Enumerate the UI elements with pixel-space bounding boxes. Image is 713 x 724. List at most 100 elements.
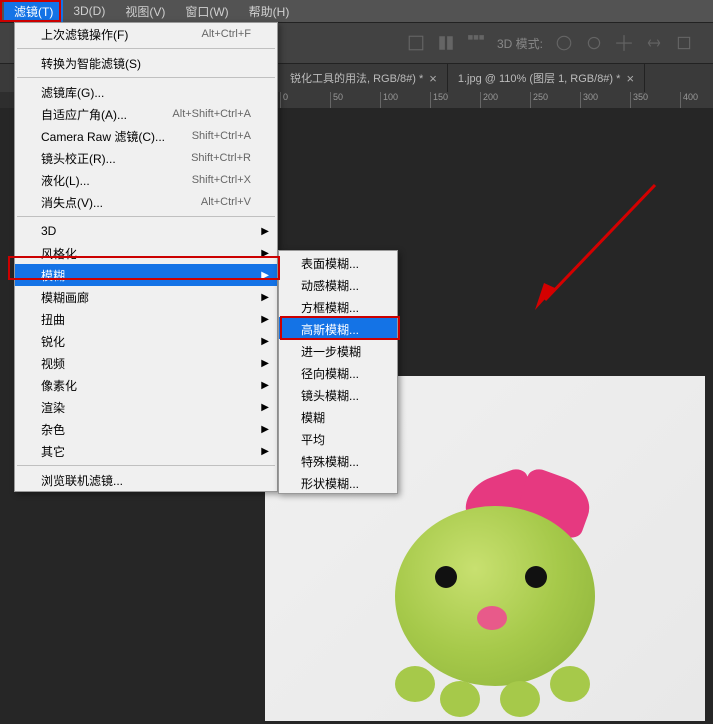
menu-blur-submenu[interactable]: 模糊▶ [15, 264, 277, 286]
ruler-mark: 150 [430, 92, 480, 108]
blur-submenu: 表面模糊... 动感模糊... 方框模糊... 高斯模糊... 进一步模糊 径向… [278, 250, 398, 494]
menu-video-submenu[interactable]: 视频 ▶ [15, 352, 277, 374]
chevron-right-icon: ▶ [261, 226, 269, 237]
separator [17, 77, 275, 78]
ruler-horizontal: 050100150200250300350400 [280, 92, 713, 108]
separator [17, 48, 275, 49]
menu-help[interactable]: 帮助(H) [239, 0, 300, 23]
chevron-right-icon: ▶ [261, 402, 269, 413]
label: 上次滤镜操作(F) [41, 26, 128, 43]
label: 模糊 [41, 267, 65, 284]
tool-icon[interactable] [437, 34, 455, 52]
close-icon[interactable]: × [626, 71, 634, 86]
label: 杂色 [41, 421, 65, 438]
chevron-right-icon: ▶ [261, 292, 269, 303]
menu-distort-submenu[interactable]: 扭曲▶ [15, 308, 277, 330]
ruler-mark: 300 [580, 92, 630, 108]
menu-liquify[interactable]: 液化(L)... Shift+Ctrl+X [15, 169, 277, 191]
ruler-mark: 200 [480, 92, 530, 108]
ruler-mark: 50 [330, 92, 380, 108]
chevron-right-icon: ▶ [261, 314, 269, 325]
shortcut: Shift+Ctrl+X [192, 174, 251, 186]
menu-adaptive-wide-angle[interactable]: 自适应广角(A)... Alt+Shift+Ctrl+A [15, 103, 277, 125]
submenu-blur-more[interactable]: 进一步模糊 [279, 339, 397, 361]
menu-stylize-submenu[interactable]: 风格化 ▶ [15, 242, 277, 264]
3d-mode-label: 3D 模式: [497, 35, 543, 52]
annotation-arrow [530, 180, 660, 310]
tab-label: 1.jpg @ 110% (图层 1, RGB/8#) * [458, 70, 621, 86]
chevron-right-icon: ▶ [261, 358, 269, 369]
scale-icon[interactable] [675, 34, 693, 52]
label: 3D [41, 224, 56, 238]
menu-view[interactable]: 视图(V) [115, 0, 175, 23]
label: 其它 [41, 443, 65, 460]
menu-pixelate-submenu[interactable]: 像素化 ▶ [15, 374, 277, 396]
menu-render-submenu[interactable]: 渲染 ▶ [15, 396, 277, 418]
ruler-mark: 400 [680, 92, 713, 108]
menu-window[interactable]: 窗口(W) [175, 0, 238, 23]
label: 消失点(V)... [41, 194, 103, 211]
label: 自适应广角(A)... [41, 106, 127, 123]
label: 视频 [41, 355, 65, 372]
menu-filter-gallery[interactable]: 滤镜库(G)... [15, 81, 277, 103]
submenu-radial-blur[interactable]: 径向模糊... [279, 361, 397, 383]
slide-icon[interactable] [645, 34, 663, 52]
menu-filter[interactable]: 滤镜(T) [4, 0, 63, 23]
menu-sharpen-submenu[interactable]: 锐化 ▶ [15, 330, 277, 352]
separator [17, 465, 275, 466]
plush-toy [385, 476, 615, 696]
submenu-lens-blur[interactable]: 镜头模糊... [279, 383, 397, 405]
separator [17, 216, 275, 217]
label: 转换为智能滤镜(S) [41, 55, 141, 72]
chevron-right-icon: ▶ [261, 248, 269, 259]
label: 模糊画廊 [41, 289, 89, 306]
tool-icon[interactable] [467, 34, 485, 52]
submenu-box-blur[interactable]: 方框模糊... [279, 295, 397, 317]
submenu-gaussian-blur[interactable]: 高斯模糊... [279, 317, 397, 339]
menubar: 滤镜(T) 3D(D) 视图(V) 窗口(W) 帮助(H) [0, 0, 713, 22]
menu-camera-raw[interactable]: Camera Raw 滤镜(C)... Shift+Ctrl+A [15, 125, 277, 147]
menu-blur-gallery-submenu[interactable]: 模糊画廊 ▶ [15, 286, 277, 308]
label: 风格化 [41, 245, 77, 262]
menu-lens-correction[interactable]: 镜头校正(R)...Shift+Ctrl+R [15, 147, 277, 169]
label: Camera Raw 滤镜(C)... [41, 128, 165, 145]
ruler-mark: 250 [530, 92, 580, 108]
submenu-motion-blur[interactable]: 动感模糊... [279, 273, 397, 295]
shortcut: Alt+Ctrl+V [201, 196, 251, 208]
submenu-blur[interactable]: 模糊 [279, 405, 397, 427]
menu-other-submenu[interactable]: 其它 ▶ [15, 440, 277, 462]
pan-icon[interactable] [585, 34, 603, 52]
menu-3d[interactable]: 3D(D) [63, 1, 115, 21]
label: 渲染 [41, 399, 65, 416]
submenu-average[interactable]: 平均 [279, 427, 397, 449]
label: 像素化 [41, 377, 77, 394]
ruler-mark: 100 [380, 92, 430, 108]
tool-icon[interactable] [407, 34, 425, 52]
menu-smart-filter[interactable]: 转换为智能滤镜(S) [15, 52, 277, 74]
tab-label: 锐化工具的用法, RGB/8#) * [290, 70, 423, 86]
submenu-shape-blur[interactable]: 形状模糊... [279, 471, 397, 493]
label: 液化(L)... [41, 172, 90, 189]
submenu-surface-blur[interactable]: 表面模糊... [279, 251, 397, 273]
menu-noise-submenu[interactable]: 杂色▶ [15, 418, 277, 440]
label: 镜头校正(R)... [41, 150, 116, 167]
chevron-right-icon: ▶ [261, 336, 269, 347]
menu-3d-submenu[interactable]: 3D ▶ [15, 220, 277, 242]
shortcut: Shift+Ctrl+A [192, 130, 251, 142]
tab-doc1[interactable]: 锐化工具的用法, RGB/8#) * × [280, 64, 448, 92]
chevron-right-icon: ▶ [261, 446, 269, 457]
shortcut: Alt+Shift+Ctrl+A [172, 108, 251, 120]
menu-last-filter[interactable]: 上次滤镜操作(F)Alt+Ctrl+F [15, 23, 277, 45]
filter-menu-dropdown: 上次滤镜操作(F)Alt+Ctrl+F 转换为智能滤镜(S) 滤镜库(G)...… [14, 22, 278, 492]
label: 锐化 [41, 333, 65, 350]
menu-vanishing-point[interactable]: 消失点(V)... Alt+Ctrl+V [15, 191, 277, 213]
orbit-icon[interactable] [555, 34, 573, 52]
label: 滤镜库(G)... [41, 84, 104, 101]
close-icon[interactable]: × [429, 71, 437, 86]
menu-browse-online[interactable]: 浏览联机滤镜... [15, 469, 277, 491]
move-icon[interactable] [615, 34, 633, 52]
chevron-right-icon: ▶ [261, 380, 269, 391]
tab-doc2[interactable]: 1.jpg @ 110% (图层 1, RGB/8#) * × [448, 64, 645, 92]
submenu-smart-blur[interactable]: 特殊模糊... [279, 449, 397, 471]
ruler-mark: 350 [630, 92, 680, 108]
